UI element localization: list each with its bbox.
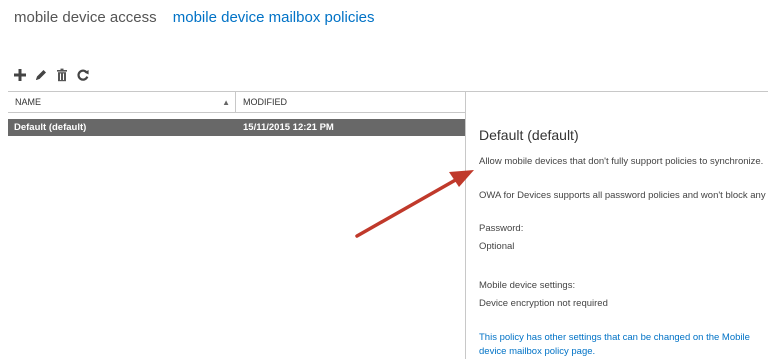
tab-mobile-device-access[interactable]: mobile device access [14, 9, 157, 26]
toolbar [10, 65, 94, 85]
password-label: Password: [479, 223, 524, 234]
column-header-modified-label: MODIFIED [243, 97, 287, 107]
details-pane: Default (default) Allow mobile devices t… [479, 0, 768, 359]
refresh-icon [77, 69, 89, 81]
password-value: Optional [479, 241, 515, 252]
pane-divider [465, 91, 466, 359]
cell-name: Default (default) [14, 122, 87, 133]
edit-button[interactable] [31, 66, 51, 84]
cell-modified: 15/11/2015 12:21 PM [243, 122, 334, 133]
table-row[interactable]: Default (default) 15/11/2015 12:21 PM [8, 119, 465, 136]
owa-text: OWA for Devices supports all password po… [479, 190, 768, 201]
column-header-name-label: NAME [15, 97, 42, 107]
column-header-modified[interactable]: MODIFIED [237, 92, 465, 113]
add-button[interactable] [10, 66, 30, 84]
tab-mobile-device-mailbox-policies[interactable]: mobile device mailbox policies [173, 9, 375, 26]
sort-ascending-icon: ▲ [222, 98, 230, 107]
delete-button[interactable] [52, 66, 72, 84]
column-header-name[interactable]: NAME ▲ [8, 92, 236, 113]
tab-bar: mobile device access mobile device mailb… [14, 9, 387, 26]
allow-sync-text: Allow mobile devices that don't fully su… [479, 156, 764, 167]
policy-list: NAME ▲ MODIFIED Default (default) 15/11/… [8, 91, 465, 359]
list-header: NAME ▲ MODIFIED [8, 91, 465, 113]
refresh-button[interactable] [73, 66, 93, 84]
details-title: Default (default) [479, 127, 579, 143]
device-settings-value: Device encryption not required [479, 298, 608, 309]
pencil-icon [36, 70, 46, 80]
device-settings-label: Mobile device settings: [479, 280, 576, 291]
plus-icon [14, 69, 26, 81]
trash-icon [57, 68, 67, 82]
policy-page-link[interactable]: This policy has other settings that can … [479, 331, 767, 359]
